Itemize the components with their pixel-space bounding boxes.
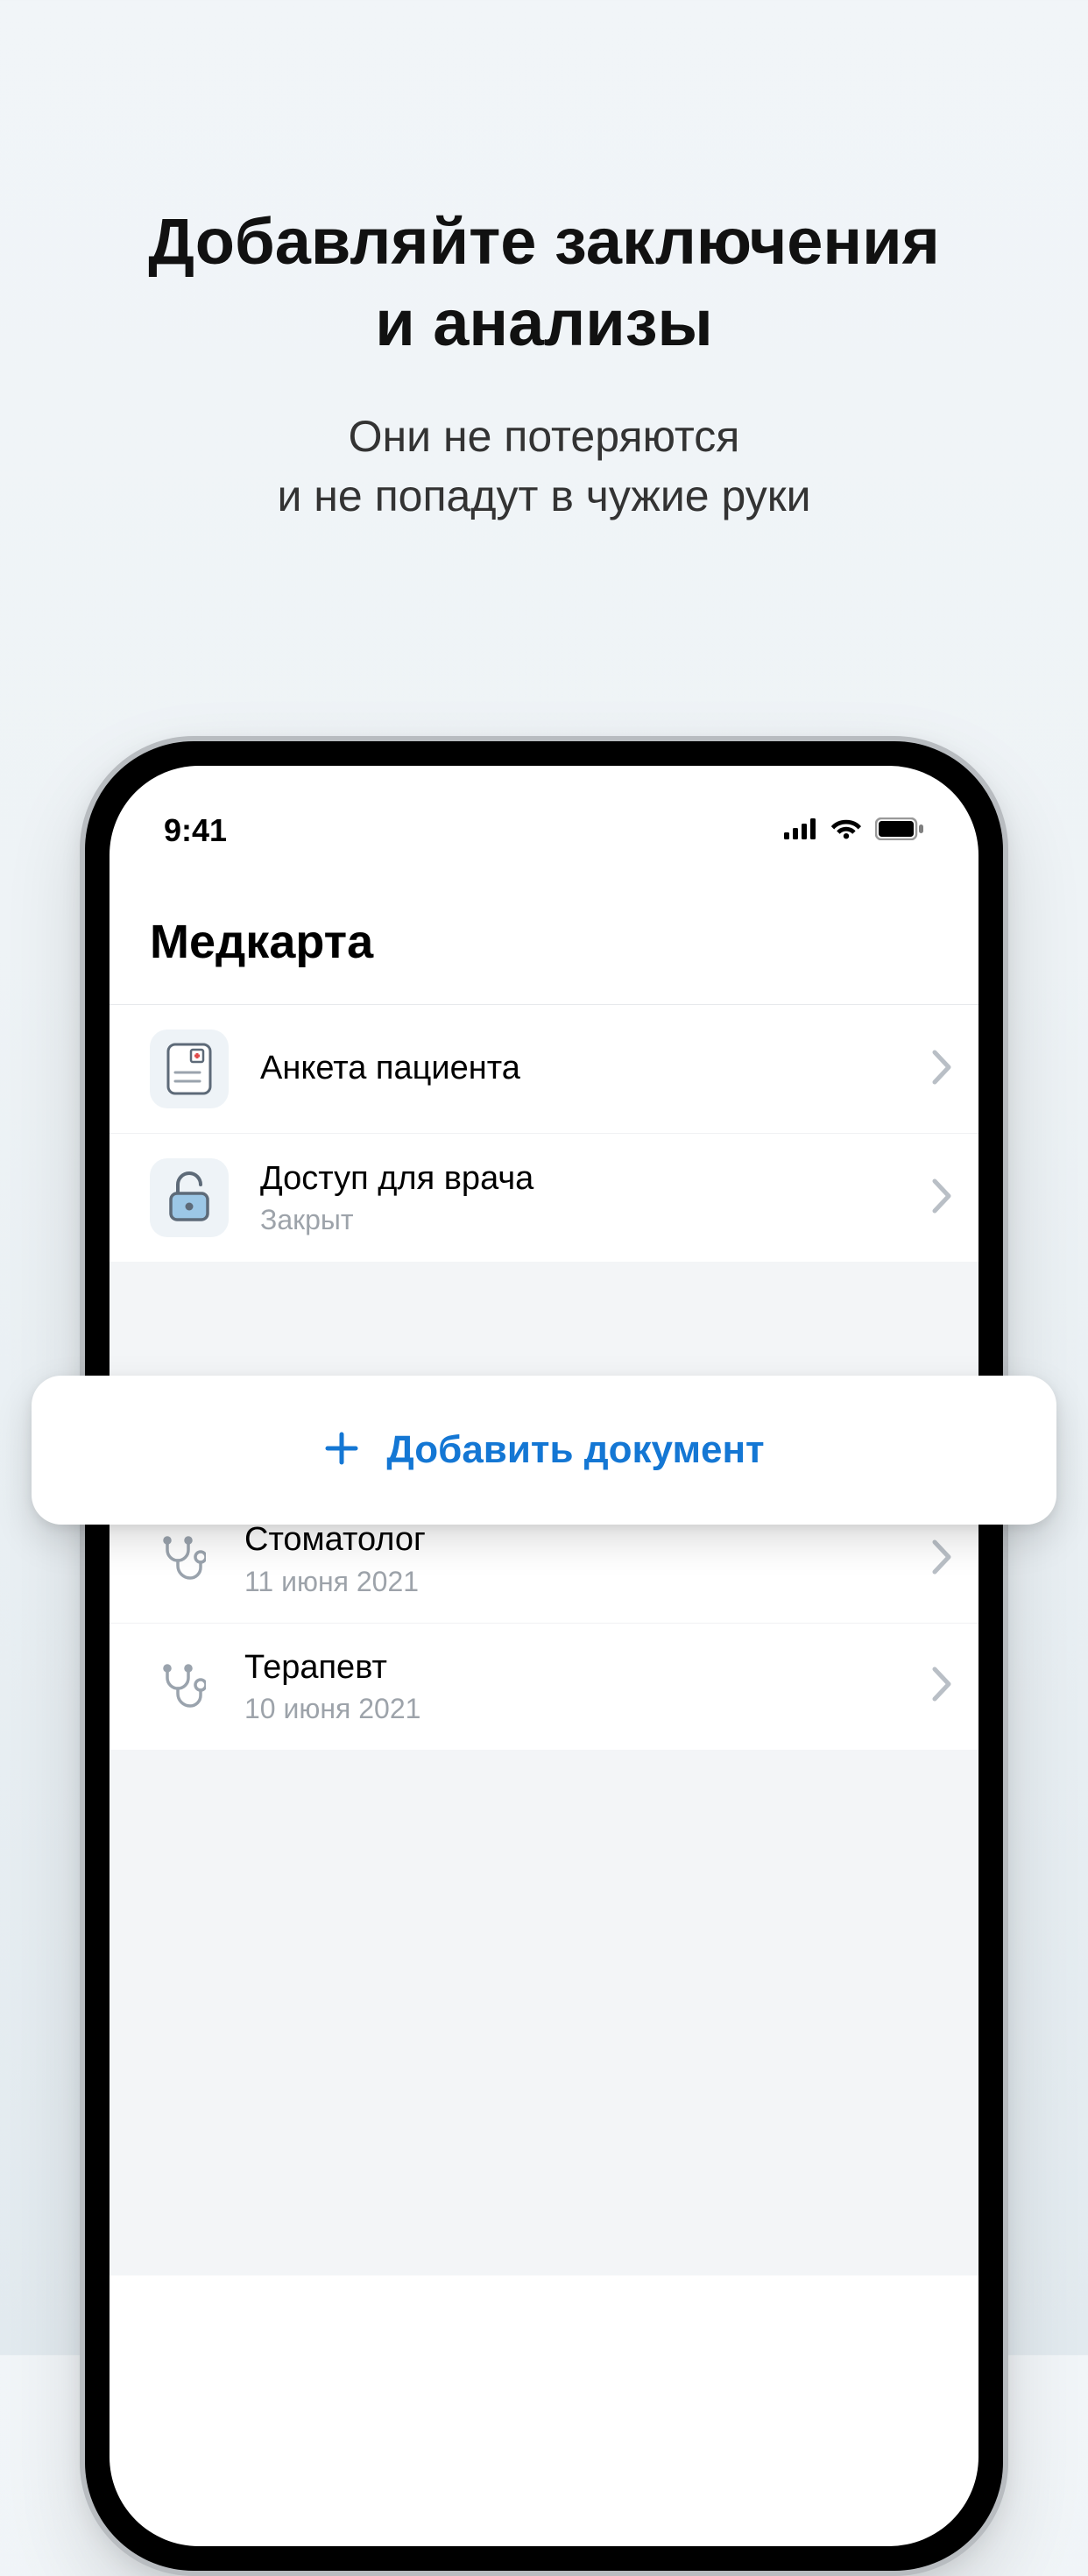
status-time: 9:41: [164, 812, 227, 849]
documents-list: Стоматолог 11 июня 2021: [110, 1496, 978, 1750]
status-bar: 9:41: [110, 766, 978, 862]
bottom-gap: [110, 1750, 978, 2275]
add-document-label: Добавить документ: [386, 1428, 764, 1472]
chevron-right-icon: [931, 1539, 952, 1580]
page-title: Медкарта: [110, 862, 978, 1005]
patient-form-icon: [150, 1030, 229, 1108]
lock-icon: [150, 1158, 229, 1237]
chevron-right-icon: [931, 1666, 952, 1707]
chevron-right-icon: [931, 1049, 952, 1090]
row-doctor-access[interactable]: Доступ для врача Закрыт: [110, 1133, 978, 1262]
promo-title-line2: и анализы: [375, 287, 713, 359]
phone-screen: 9:41 Медкарта: [110, 766, 978, 2546]
status-icons: [784, 817, 924, 845]
row-date: 11 июня 2021: [244, 1566, 900, 1598]
promo-sub-line1: Они не потеряются: [349, 412, 740, 461]
wifi-icon: [830, 817, 863, 845]
row-title: Терапевт: [244, 1648, 900, 1688]
row-title: Стоматолог: [244, 1520, 900, 1560]
promo-subtitle: Они не потеряются и не попадут в чужие р…: [0, 407, 1088, 526]
stethoscope-icon: [150, 1655, 213, 1718]
stethoscope-icon: [150, 1527, 213, 1590]
plus-icon: [323, 1430, 360, 1471]
row-document-therapist[interactable]: Терапевт 10 июня 2021: [110, 1623, 978, 1751]
cellular-icon: [784, 818, 817, 844]
row-title: Доступ для врача: [260, 1159, 900, 1200]
row-subtitle: Закрыт: [260, 1204, 900, 1236]
top-list: Анкета пациента Доступ для врача: [110, 1005, 978, 1262]
promo-title-line1: Добавляйте заключения: [148, 205, 940, 278]
row-title: Анкета пациента: [260, 1049, 900, 1089]
battery-icon: [875, 817, 924, 845]
promo-sub-line2: и не попадут в чужие руки: [277, 471, 810, 520]
promo-title: Добавляйте заключения и анализы: [0, 0, 1088, 364]
add-document-button[interactable]: Добавить документ: [32, 1376, 1056, 1525]
row-date: 10 июня 2021: [244, 1693, 900, 1725]
chevron-right-icon: [931, 1178, 952, 1219]
row-patient-form[interactable]: Анкета пациента: [110, 1005, 978, 1133]
phone-mockup: 9:41 Медкарта: [80, 736, 1008, 2576]
